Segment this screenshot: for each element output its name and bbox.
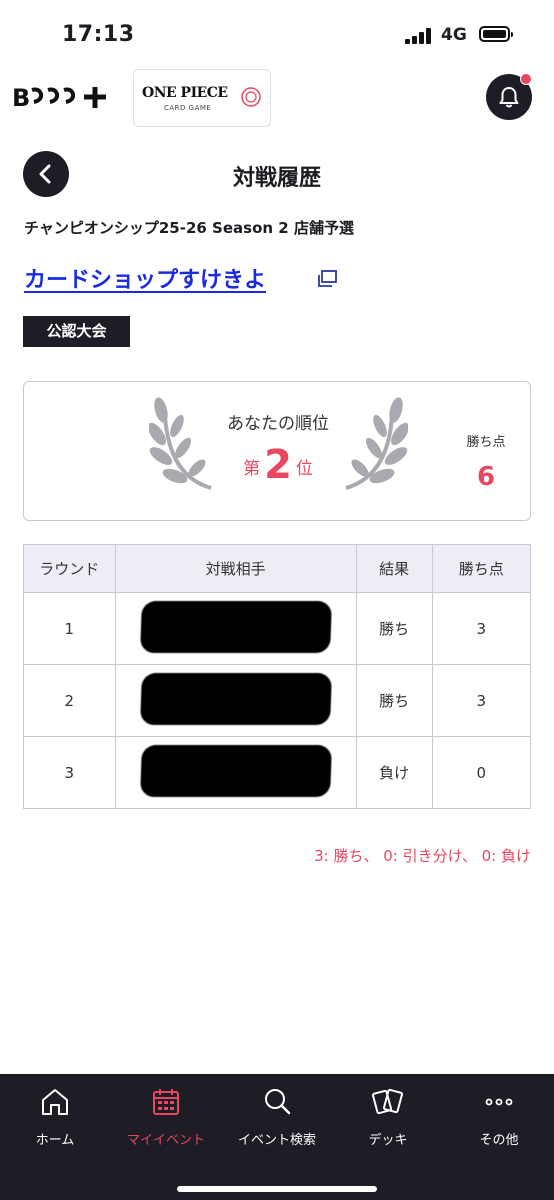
game-logo-text: ONE PIECE [142, 85, 228, 101]
nav-label: マイイベント [126, 1133, 205, 1148]
cell-opponent [114, 736, 357, 809]
rank-label: あなたの順位 [227, 414, 329, 434]
table-row: 1 勝ち 3 [23, 592, 532, 665]
cell-result: 勝ち [355, 592, 433, 665]
rank-number: 2 [264, 442, 292, 488]
table-header-row: ラウンド 対戦相手 結果 勝ち点 [23, 544, 532, 593]
redacted-opponent [139, 744, 332, 797]
rank-display: 第2位 [174, 442, 382, 488]
cell-round: 3 [23, 736, 116, 809]
home-icon [42, 1089, 68, 1115]
logo-emblem-icon [241, 87, 261, 107]
header-round: ラウンド [23, 544, 116, 593]
cell-round: 2 [23, 664, 116, 737]
event-name: チャンピオンシップ25-26 Season 2 店舗予選 [24, 219, 354, 237]
cell-opponent [114, 592, 357, 665]
brand-logo: B [12, 84, 112, 116]
nav-label: その他 [479, 1133, 519, 1148]
cell-points: 0 [431, 736, 532, 809]
cell-result: 負け [355, 736, 433, 809]
notification-badge [520, 73, 532, 85]
one-piece-logo: ONE PIECE CARD GAME [133, 69, 271, 127]
svg-text:B: B [12, 84, 29, 110]
bottom-nav: ホーム マイイベント イベント検索 デッキ その他 [0, 1074, 554, 1200]
official-tournament-badge: 公認大会 [23, 316, 130, 347]
external-link-icon[interactable] [316, 269, 338, 289]
nav-home[interactable]: ホーム [0, 1074, 110, 1164]
cell-result: 勝ち [355, 664, 433, 737]
table-row: 2 勝ち 3 [23, 664, 532, 737]
results-table: ラウンド 対戦相手 結果 勝ち点 1 勝ち 3 2 勝ち 3 3 負け 0 [23, 544, 532, 809]
points-value: 6 [476, 462, 496, 492]
nav-more[interactable]: その他 [444, 1074, 554, 1164]
points-label: 勝ち点 [466, 435, 506, 450]
cards-icon [372, 1088, 404, 1115]
nav-my-events[interactable]: マイイベント [111, 1074, 221, 1164]
rank-prefix: 第 [243, 459, 261, 479]
scoring-note: 3: 勝ち、 0: 引き分け、 0: 負け [314, 847, 531, 865]
rank-suffix: 位 [295, 459, 313, 479]
game-logo-subtext: CARD GAME [164, 104, 212, 112]
bell-icon [499, 87, 519, 108]
nav-label: イベント検索 [237, 1133, 316, 1148]
signal-icon [405, 28, 435, 44]
search-icon [265, 1089, 291, 1115]
calendar-icon [153, 1089, 179, 1115]
shop-link[interactable]: カードショップすけきよ [24, 262, 266, 294]
home-indicator [177, 1186, 377, 1192]
cell-points: 3 [431, 592, 532, 665]
header-opponent: 対戦相手 [114, 544, 357, 593]
redacted-opponent [139, 600, 332, 653]
header-points: 勝ち点 [431, 544, 532, 593]
nav-label: ホーム [35, 1133, 75, 1148]
header-result: 結果 [355, 544, 433, 593]
cell-points: 3 [431, 664, 532, 737]
cell-round: 1 [23, 592, 116, 665]
status-bar: 17:13 4G [0, 0, 554, 60]
battery-icon [479, 26, 513, 42]
cell-opponent [114, 664, 357, 737]
nav-label: デッキ [368, 1133, 408, 1148]
nav-event-search[interactable]: イベント検索 [222, 1074, 332, 1164]
page-title: 対戦履歴 [232, 166, 321, 191]
more-icon [485, 1098, 513, 1106]
rank-card: あなたの順位 第2位 勝ち点 6 [23, 381, 531, 521]
nav-deck[interactable]: デッキ [333, 1074, 443, 1164]
redacted-opponent [139, 672, 332, 725]
network-type: 4G [441, 25, 467, 45]
status-time: 17:13 [62, 22, 135, 47]
table-row: 3 負け 0 [23, 736, 532, 809]
